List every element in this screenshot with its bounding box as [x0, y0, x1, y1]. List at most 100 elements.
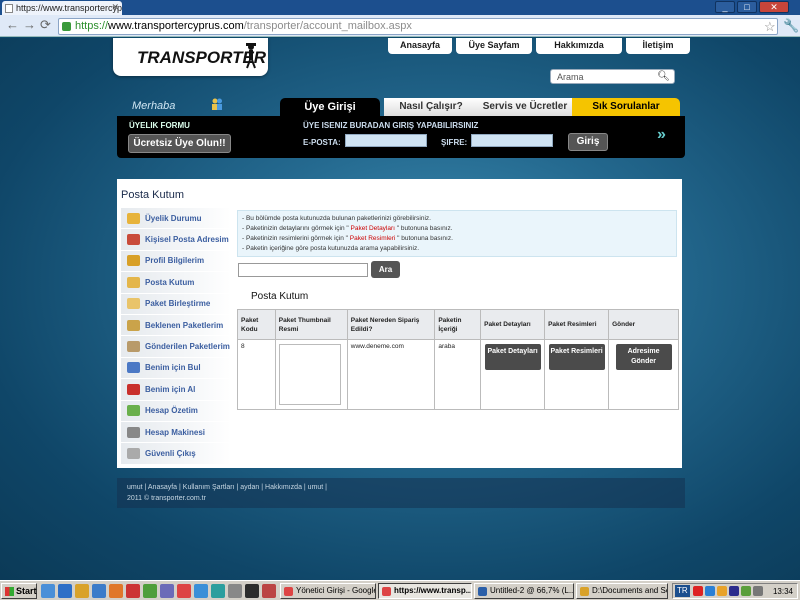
tray-icon[interactable] — [693, 586, 703, 596]
quicklaunch-desktop-icon[interactable] — [58, 584, 72, 598]
quicklaunch-chrome-icon[interactable] — [177, 584, 191, 598]
clock: 13:34 — [772, 587, 793, 596]
back-arrow-icon[interactable]: ← — [6, 18, 19, 32]
address-bar[interactable]: https://www.transportercyprus.com/transp… — [58, 18, 778, 35]
tab-nasil-calisir[interactable]: Nasıl Çalışır? — [384, 98, 478, 116]
maximize-window-button[interactable]: □ — [737, 1, 757, 13]
sidebar-item-icon — [127, 405, 140, 417]
quicklaunch-ie-icon[interactable] — [41, 584, 55, 598]
minimize-window-button[interactable]: _ — [715, 1, 735, 13]
mailbox-search-button[interactable]: Ara — [371, 261, 400, 278]
login-button[interactable]: Giriş — [568, 133, 608, 151]
taskbar-app-label: Untitled-2 @ 66,7% (L... — [490, 586, 574, 595]
users-icon — [212, 98, 222, 110]
carrier-man-icon — [246, 43, 256, 69]
page-favicon-icon — [5, 4, 13, 13]
table-header-row: Paket Kodu Paket Thumbnail Resmi Paket N… — [237, 309, 679, 340]
start-label: Start — [16, 586, 37, 596]
email-field[interactable] — [345, 134, 427, 147]
language-indicator[interactable]: TR — [675, 585, 690, 597]
send-to-address-button[interactable]: Adresime Gönder — [615, 344, 672, 370]
windows-taskbar: Start Yönetici Girişi - Google ... https… — [0, 580, 800, 600]
col-header: Paket Detayları — [480, 309, 546, 340]
sidebar-item[interactable]: Üyelik Durumu — [121, 208, 231, 230]
sidebar-item[interactable]: Benim için Al — [121, 379, 231, 401]
sidebar-item-icon — [127, 255, 140, 267]
volume-icon[interactable] — [753, 586, 763, 596]
quicklaunch-app-icon[interactable] — [262, 584, 276, 598]
tab-sik-sorulanlar[interactable]: Sık Sorulanlar — [572, 98, 680, 116]
bookmark-star-icon[interactable]: ☆ — [764, 19, 776, 35]
sidebar-item-icon — [127, 362, 140, 374]
sidebar-item[interactable]: Benim için Bul — [121, 357, 231, 380]
footer-links[interactable]: umut | Anasayfa | Kullanım Şartları | ay… — [127, 482, 675, 493]
nav-iletisim[interactable]: İletişim — [626, 38, 690, 54]
sidebar-item-icon — [127, 319, 140, 331]
tray-icon[interactable] — [729, 586, 739, 596]
tray-icon[interactable] — [705, 586, 715, 596]
tab-uye-girisi[interactable]: Üye Girişi — [280, 98, 380, 116]
tray-icon[interactable] — [741, 586, 751, 596]
nav-anasayfa[interactable]: Anasayfa — [388, 38, 452, 54]
quicklaunch-app-icon[interactable] — [160, 584, 174, 598]
tray-icon[interactable] — [717, 586, 727, 596]
search-icon[interactable]: 🔍︎ — [657, 71, 670, 82]
taskbar-app[interactable]: Untitled-2 @ 66,7% (L... — [474, 583, 574, 599]
sidebar-item-label: Kişisel Posta Adresim — [145, 235, 229, 245]
sidebar-item[interactable]: Beklenen Paketlerim — [121, 314, 231, 337]
footer-copyright: 2011 © transporter.com.tr — [127, 495, 206, 502]
quicklaunch-app-icon[interactable] — [228, 584, 242, 598]
package-images-button[interactable]: Paket Resimleri — [548, 344, 605, 370]
taskbar-app[interactable]: D:\Documents and Set... — [576, 583, 668, 599]
start-button[interactable]: Start — [1, 583, 37, 599]
wrench-menu-icon[interactable]: 🔧 — [783, 18, 799, 34]
browser-tab[interactable]: https://www.transportercyp ✕ — [2, 1, 122, 15]
sidebar-item[interactable]: Güvenli Çıkış — [121, 443, 231, 465]
sidebar-item[interactable]: Posta Kutum — [121, 272, 231, 294]
thumbnail-cell — [274, 339, 348, 410]
quicklaunch-app-icon[interactable] — [245, 584, 259, 598]
sidebar-item[interactable]: Profil Bilgilerim — [121, 250, 231, 273]
account-sidebar: Üyelik Durumu Kişisel Posta Adresim Profil… — [121, 208, 231, 465]
close-tab-icon[interactable]: ✕ — [111, 2, 119, 13]
quicklaunch-app-icon[interactable] — [194, 584, 208, 598]
sidebar-item[interactable]: Kişisel Posta Adresim — [121, 229, 231, 251]
info-line: - Paketinizin resimlerini görmek için " … — [242, 235, 453, 242]
detail-cell: Paket Detayları — [480, 339, 546, 410]
web-page: TRANSPORTER Anasayfa Üye Sayfam Hakkımız… — [0, 38, 800, 580]
quicklaunch-app-icon[interactable] — [143, 584, 157, 598]
reload-icon[interactable]: ⟳ — [40, 18, 51, 32]
taskbar-app-active[interactable]: https://www.transp... — [378, 583, 472, 599]
quicklaunch-app-icon[interactable] — [126, 584, 140, 598]
quicklaunch-folder-icon[interactable] — [75, 584, 89, 598]
sidebar-item[interactable]: Hesap Makinesi — [121, 421, 231, 444]
browser-tab-title: https://www.transportercyp — [16, 3, 122, 13]
login-heading: ÜYE ISENIZ BURADAN GIRIŞ YAPABILIRSINIZ — [303, 121, 479, 130]
sidebar-item[interactable]: Hesap Özetim — [121, 400, 231, 422]
password-field[interactable] — [471, 134, 553, 147]
sidebar-item[interactable]: Gönderilen Paketlerim — [121, 336, 231, 358]
double-chevron-right-icon[interactable]: » — [657, 126, 666, 144]
table-row: 8 www.deneme.com araba Paket Detayları P… — [237, 339, 679, 410]
nav-hakkimizda[interactable]: Hakkımızda — [536, 38, 622, 54]
site-search-input[interactable]: Arama 🔍︎ — [550, 69, 675, 84]
package-details-button[interactable]: Paket Detayları — [484, 344, 541, 370]
sidebar-item-label: Benim için Al — [145, 384, 196, 394]
sidebar-item[interactable]: Paket Birleştirme — [121, 293, 231, 315]
site-logo[interactable]: TRANSPORTER — [113, 38, 268, 76]
sidebar-item-label: Benim için Bul — [145, 363, 201, 373]
nav-uye-sayfam[interactable]: Üye Sayfam — [456, 38, 532, 54]
close-window-button[interactable]: ✕ — [759, 1, 789, 13]
info-line: - Bu bölümde posta kutunuzda bulunan pak… — [242, 215, 431, 222]
taskbar-app[interactable]: Yönetici Girişi - Google ... — [280, 583, 376, 599]
free-register-button[interactable]: Ücretsiz Üye Olun!! — [128, 134, 231, 153]
package-thumbnail[interactable] — [278, 344, 341, 405]
mailbox-search-input[interactable] — [238, 263, 368, 277]
forward-arrow-icon[interactable]: → — [23, 18, 36, 32]
quicklaunch-firefox-icon[interactable] — [109, 584, 123, 598]
quicklaunch-messenger-icon[interactable] — [92, 584, 106, 598]
package-code: 8 — [237, 339, 276, 410]
quicklaunch-app-icon[interactable] — [211, 584, 225, 598]
tab-servis-ve-ucretler[interactable]: Servis ve Ücretler — [478, 98, 572, 116]
url-path: /transporter/account_mailbox.aspx — [243, 20, 412, 32]
